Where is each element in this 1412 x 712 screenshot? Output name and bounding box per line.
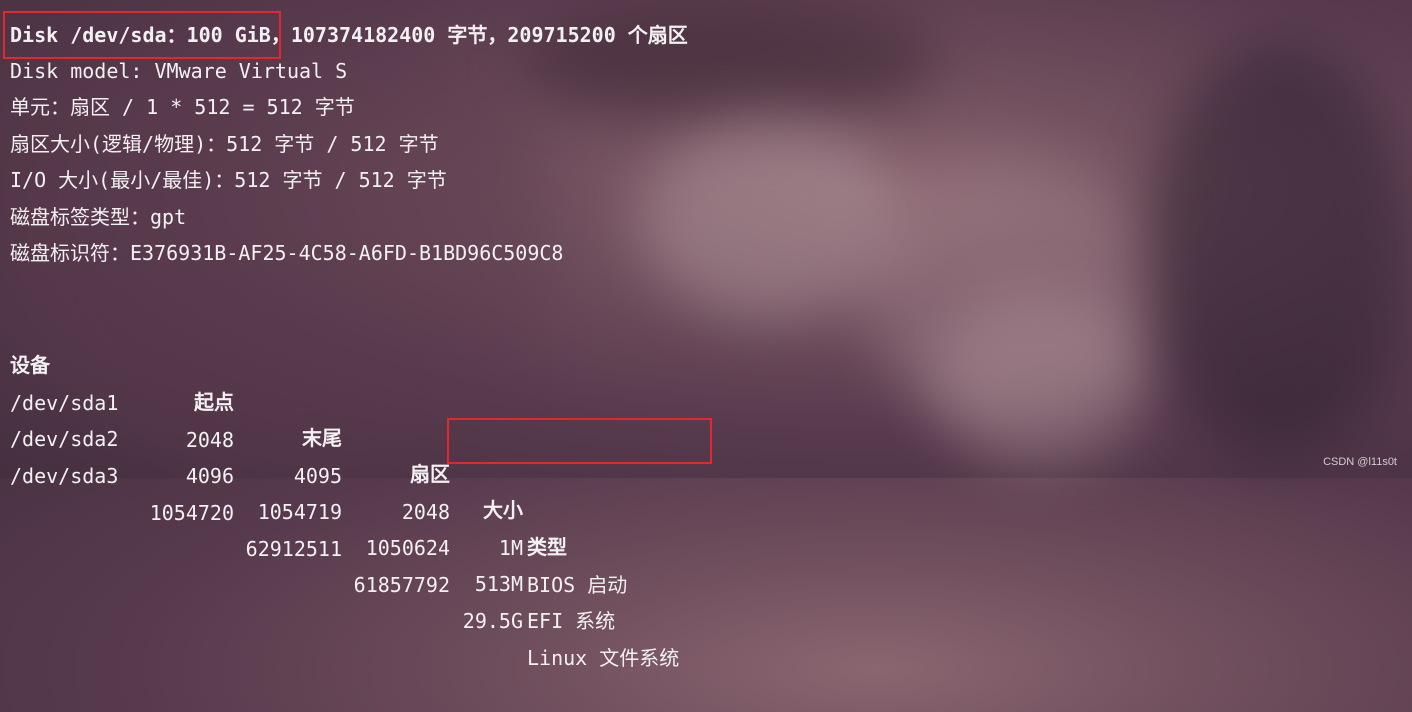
row-start: 4096 — [185, 463, 234, 488]
row-device: /dev/sda3 — [10, 464, 119, 489]
header-sectors: 扇区 — [410, 462, 450, 487]
partition-table-header: 设备 起点 末尾 扇区 大小 类型 — [10, 311, 1410, 558]
watermark: CSDN @l11s0t — [1323, 456, 1397, 468]
row-type: EFI 系统 — [527, 608, 616, 633]
disk-summary-highlight: Disk /dev/sda：100 GiB — [10, 23, 271, 47]
row-sectors: 61857792 — [353, 573, 450, 598]
row-type: Linux 文件系统 — [527, 645, 680, 670]
row-size: 513M — [474, 572, 523, 597]
row-sectors: 2048 — [401, 500, 450, 525]
label-type-line: 磁盘标签类型：gpt — [10, 205, 187, 229]
row-end: 1054719 — [257, 499, 342, 524]
row-size: 29.5G — [462, 609, 523, 634]
disk-model-line: Disk model: VMware Virtual S — [10, 59, 348, 83]
table-row: /dev/sda1 2048 4095 2048 1M BIOS 启动 — [10, 349, 1410, 596]
header-type: 类型 — [527, 534, 567, 559]
row-sectors: 1050624 — [365, 536, 450, 561]
row-end: 4095 — [293, 463, 342, 488]
table-row: /dev/sda3 1054720 62912511 61857792 29.5… — [10, 422, 1410, 669]
header-size: 大小 — [483, 498, 523, 523]
io-size-line: I/O 大小(最小/最佳)：512 字节 / 512 字节 — [10, 168, 447, 192]
row-start: 1054720 — [149, 500, 234, 525]
row-size: 1M — [498, 536, 523, 561]
units-line: 单元：扇区 / 1 * 512 = 512 字节 — [10, 95, 355, 119]
disk-identifier-line: 磁盘标识符：E376931B-AF25-4C58-A6FD-B1BD96C509… — [10, 241, 564, 265]
table-row: /dev/sda2 4096 1054719 1050624 513M EFI … — [10, 385, 1410, 632]
sector-size-line: 扇区大小(逻辑/物理)：512 字节 / 512 字节 — [10, 132, 439, 156]
disk-summary-rest: ，107374182400 字节，209715200 个扇区 — [270, 23, 688, 47]
row-end: 62912511 — [245, 536, 342, 561]
disk-summary-line: Disk /dev/sda：100 GiB，107374182400 字节，20… — [10, 17, 688, 53]
row-type: BIOS 启动 — [527, 572, 628, 597]
terminal-output: Disk /dev/sda：100 GiB，107374182400 字节，20… — [10, 0, 1412, 670]
